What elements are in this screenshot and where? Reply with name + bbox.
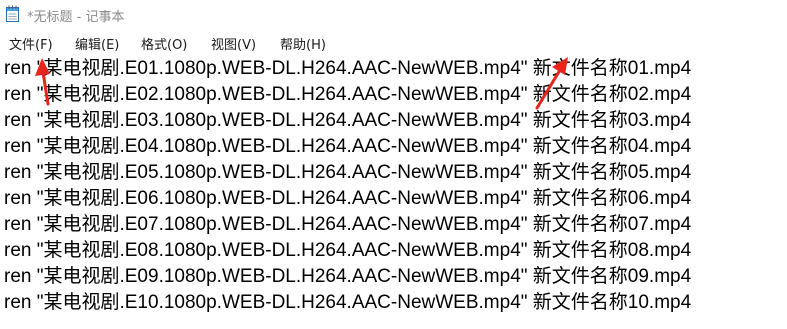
menu-file[interactable]: 文件(F) (9, 34, 53, 53)
window-title: *无标题 - 记事本 (27, 10, 125, 25)
text-line: ren "某电视剧.E05.1080p.WEB-DL.H264.AAC-NewW… (4, 162, 692, 183)
title-bar[interactable]: *无标题 - 记事本 (0, 0, 787, 30)
text-line: ren "某电视剧.E02.1080p.WEB-DL.H264.AAC-NewW… (4, 84, 692, 105)
text-editor-area[interactable]: ren "某电视剧.E01.1080p.WEB-DL.H264.AAC-NewW… (0, 54, 787, 329)
text-line: ren "某电视剧.E07.1080p.WEB-DL.H264.AAC-NewW… (4, 214, 692, 235)
text-line: ren "某电视剧.E04.1080p.WEB-DL.H264.AAC-NewW… (4, 136, 692, 157)
menu-bar: 文件(F) 编辑(E) 格式(O) 视图(V) 帮助(H) (0, 30, 787, 53)
text-line: ren "某电视剧.E06.1080p.WEB-DL.H264.AAC-NewW… (4, 188, 692, 209)
notepad-window: *无标题 - 记事本 文件(F) 编辑(E) 格式(O) 视图(V) 帮助(H)… (0, 0, 787, 329)
text-line: ren "某电视剧.E08.1080p.WEB-DL.H264.AAC-NewW… (4, 240, 692, 261)
notepad-icon (6, 5, 19, 22)
text-line: ren "某电视剧.E09.1080p.WEB-DL.H264.AAC-NewW… (4, 266, 692, 287)
menu-edit[interactable]: 编辑(E) (75, 34, 119, 53)
text-line: ren "某电视剧.E10.1080p.WEB-DL.H264.AAC-NewW… (4, 292, 692, 313)
menu-format[interactable]: 格式(O) (141, 34, 187, 53)
text-line: ren "某电视剧.E03.1080p.WEB-DL.H264.AAC-NewW… (4, 110, 692, 131)
text-line: ren "某电视剧.E01.1080p.WEB-DL.H264.AAC-NewW… (4, 58, 692, 79)
menu-view[interactable]: 视图(V) (211, 34, 256, 53)
menu-help[interactable]: 帮助(H) (280, 34, 326, 53)
